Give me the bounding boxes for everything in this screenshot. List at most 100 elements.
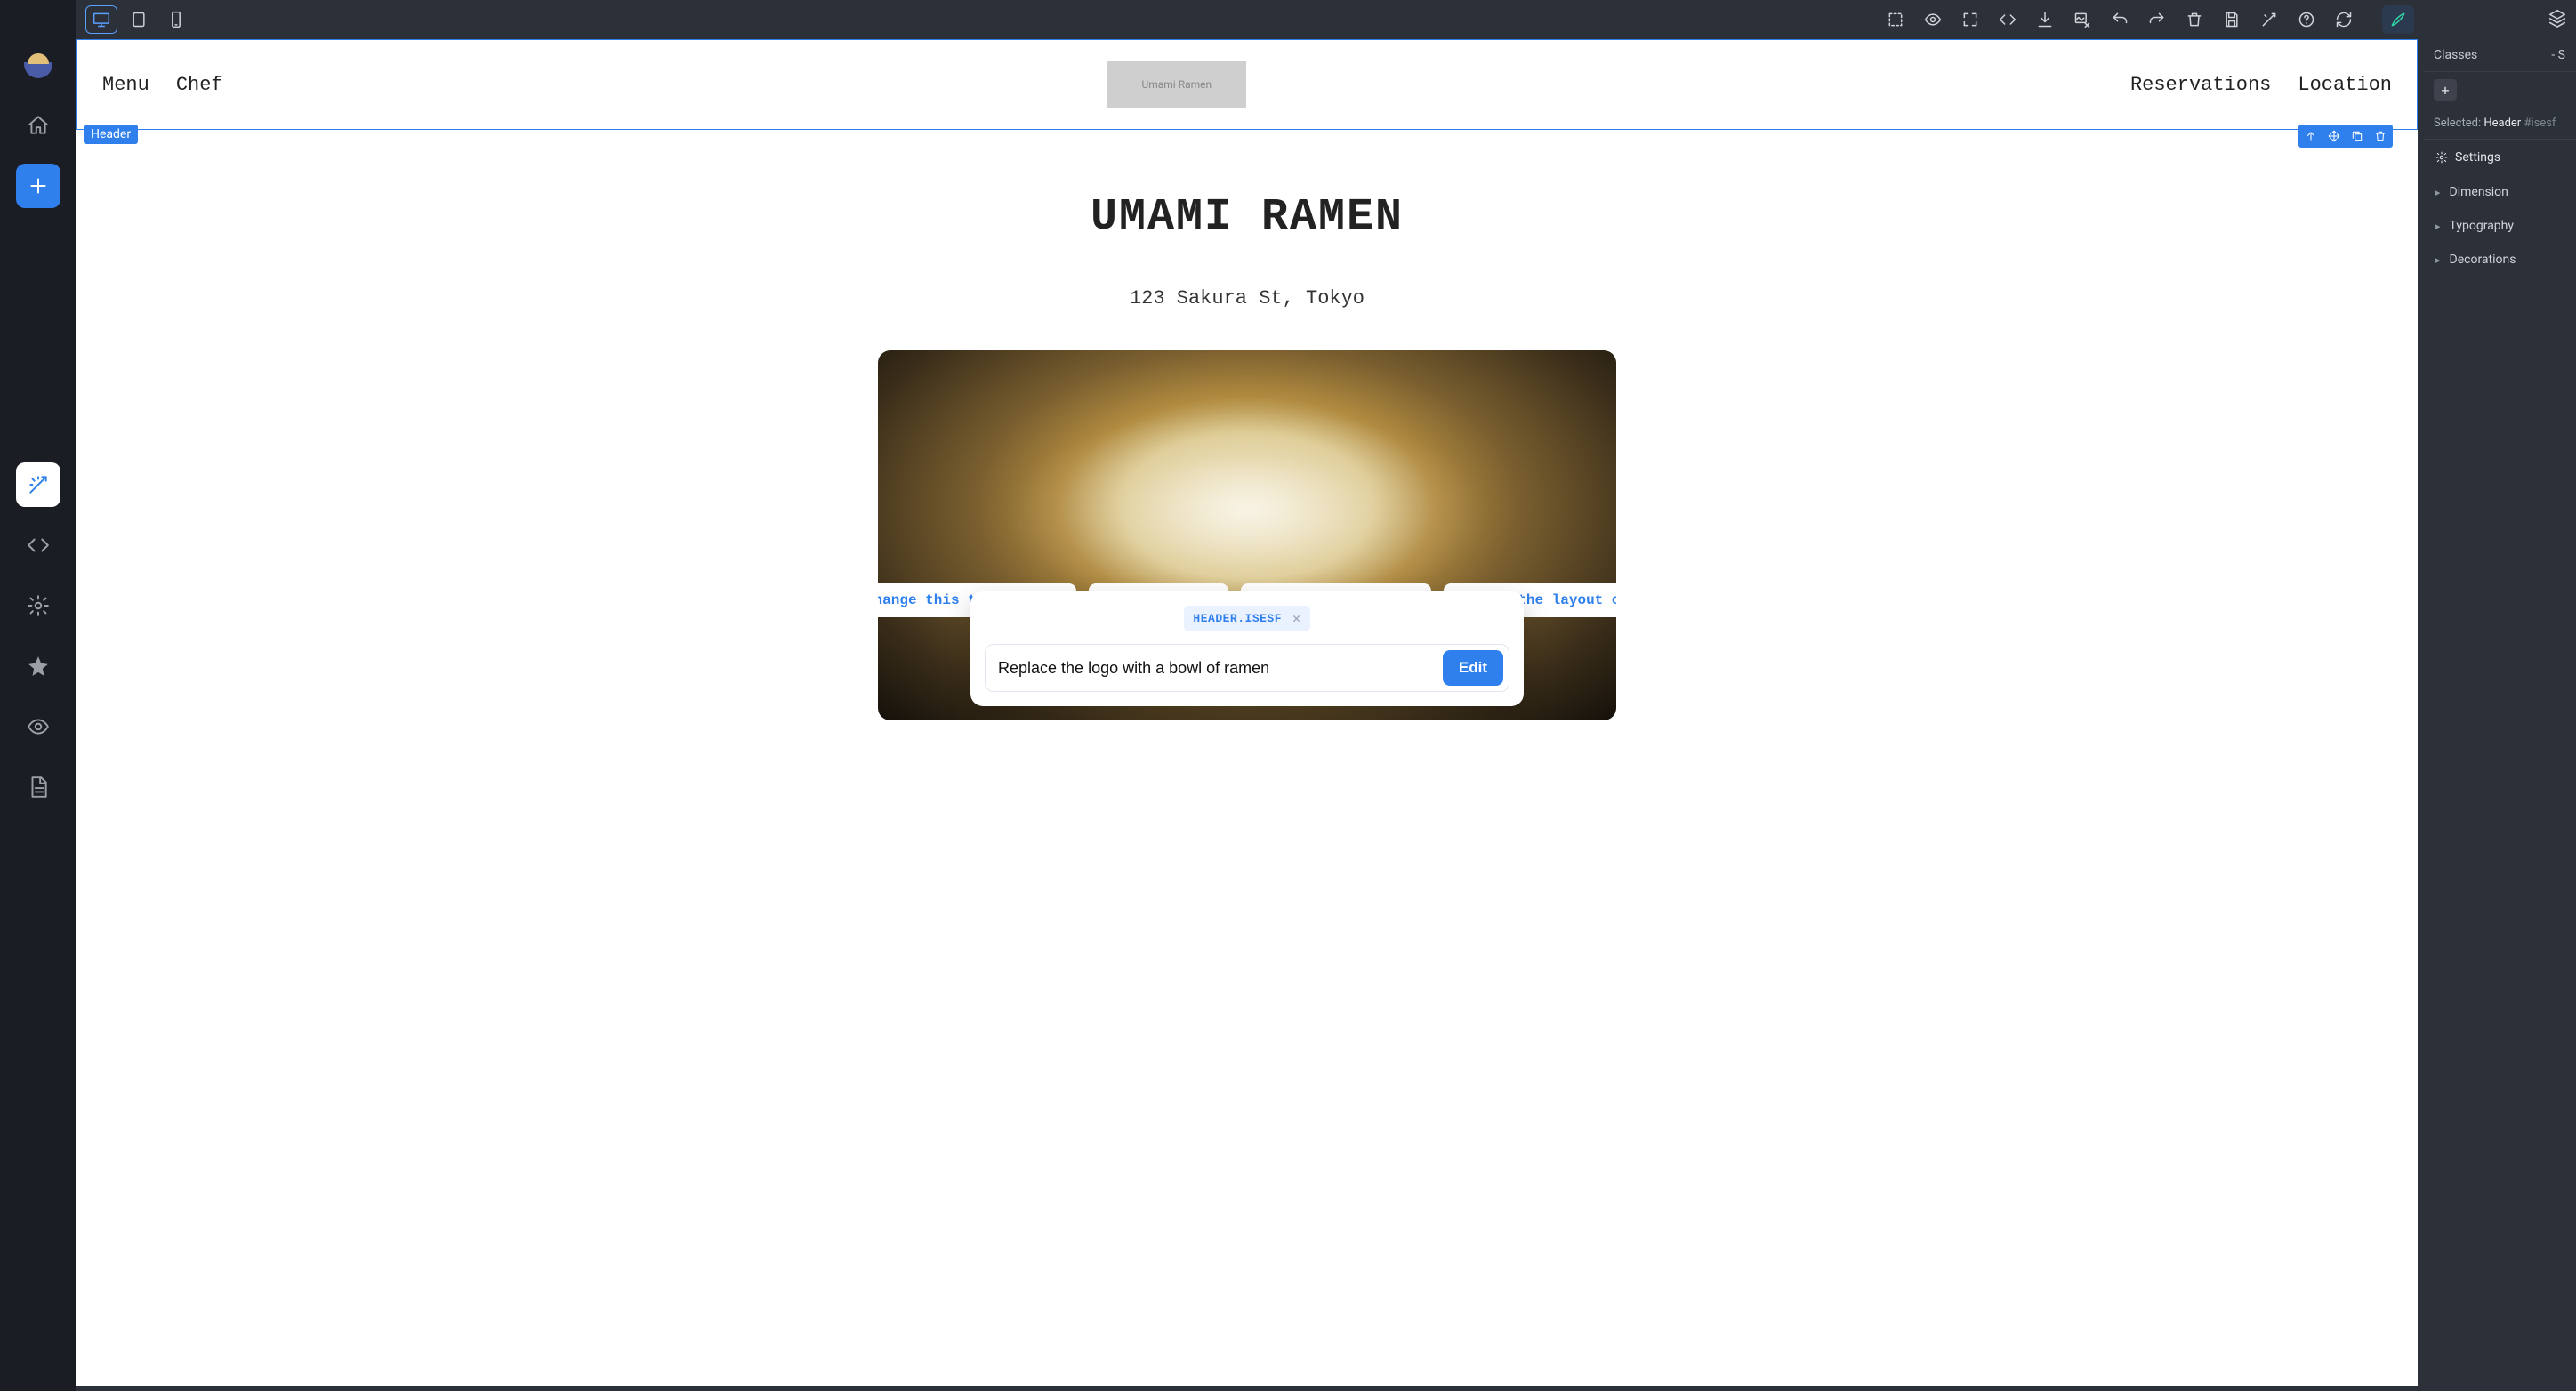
magic-button[interactable] xyxy=(2253,5,2285,34)
redo-icon xyxy=(2148,11,2166,28)
accordion-label: Dimension xyxy=(2450,185,2508,199)
canvas-viewport: Menu Chef Umami Ramen Reservations Locat… xyxy=(76,39,2423,1391)
nav-left: Menu Chef xyxy=(102,74,223,96)
save-icon xyxy=(2223,11,2241,28)
nav-item-menu[interactable]: Menu xyxy=(102,74,149,96)
settings-button[interactable] xyxy=(16,583,60,628)
ai-prompt-input[interactable] xyxy=(998,659,1434,678)
canvas[interactable]: Menu Chef Umami Ramen Reservations Locat… xyxy=(76,39,2418,1386)
image-clear-button[interactable] xyxy=(2066,5,2098,34)
classes-state[interactable]: - S xyxy=(2551,48,2565,62)
accordion-label: Decorations xyxy=(2450,253,2516,267)
hero-subtitle[interactable]: 123 Sakura St, Tokyo xyxy=(76,287,2418,310)
pages-button[interactable] xyxy=(16,765,60,809)
add-class-button[interactable]: + xyxy=(2434,79,2457,101)
nav-item-reservations[interactable]: Reservations xyxy=(2130,74,2271,96)
desktop-icon xyxy=(93,11,110,28)
home-button[interactable] xyxy=(16,103,60,148)
main-column: Menu Chef Umami Ramen Reservations Locat… xyxy=(76,0,2423,1391)
right-panel: Classes - S + Selected: Header #isesf Se… xyxy=(2423,0,2576,1391)
layers-icon xyxy=(2548,8,2567,28)
move-icon xyxy=(2328,130,2340,142)
site-logo-text: Umami Ramen xyxy=(1141,78,1212,91)
code-icon xyxy=(27,534,50,557)
brush-icon xyxy=(2389,11,2407,28)
ai-edit-button[interactable]: Edit xyxy=(1443,650,1503,686)
code-button-top[interactable] xyxy=(1992,5,2024,34)
accordion-decorations[interactable]: ▸ Decorations xyxy=(2423,243,2576,277)
caret-right-icon: ▸ xyxy=(2435,221,2441,232)
preview-button[interactable] xyxy=(16,704,60,749)
trash-icon xyxy=(2374,130,2387,142)
gear-icon xyxy=(27,594,50,617)
eye-icon xyxy=(27,715,50,738)
delete-button[interactable] xyxy=(2178,5,2210,34)
site-logo-placeholder[interactable]: Umami Ramen xyxy=(1107,61,1246,108)
hero-title[interactable]: UMAMI RAMEN xyxy=(76,192,2418,243)
marquee-button[interactable] xyxy=(1880,5,1912,34)
sparkle-icon xyxy=(2260,11,2278,28)
selected-id: #isesf xyxy=(2524,117,2556,130)
home-icon xyxy=(27,114,50,137)
mobile-icon xyxy=(167,11,185,28)
site-header-selected[interactable]: Menu Chef Umami Ramen Reservations Locat… xyxy=(76,39,2418,130)
code-icon xyxy=(1999,11,2017,28)
nav-item-location[interactable]: Location xyxy=(2298,74,2392,96)
favorites-button[interactable] xyxy=(16,644,60,688)
classes-row: Classes - S xyxy=(2423,39,2576,72)
ai-context-pill[interactable]: HEADER.ISESF ✕ xyxy=(1184,606,1309,631)
accordion-label: Typography xyxy=(2450,219,2514,233)
device-switch xyxy=(85,5,192,34)
duplicate-button[interactable] xyxy=(2347,126,2368,146)
add-button[interactable] xyxy=(16,164,60,208)
selection-toolbar xyxy=(2298,125,2393,148)
visibility-button[interactable] xyxy=(1917,5,1949,34)
download-button[interactable] xyxy=(2029,5,2061,34)
gear-icon xyxy=(2435,151,2448,164)
help-button[interactable] xyxy=(2290,5,2322,34)
download-icon xyxy=(2036,11,2054,28)
file-icon xyxy=(27,776,50,799)
topbar-tools xyxy=(1880,5,2414,34)
app-logo xyxy=(16,43,60,87)
ai-context-close[interactable]: ✕ xyxy=(1292,610,1301,627)
refresh-icon xyxy=(2335,11,2353,28)
layers-button[interactable] xyxy=(2548,8,2567,31)
fullscreen-button[interactable] xyxy=(1954,5,1986,34)
accordion-typography[interactable]: ▸ Typography xyxy=(2423,209,2576,243)
trash-icon xyxy=(2186,11,2203,28)
hero-image[interactable]: Change this to be about Add a section Ch… xyxy=(878,350,1616,720)
fullscreen-icon xyxy=(1961,11,1979,28)
refresh-button[interactable] xyxy=(2328,5,2360,34)
device-desktop-button[interactable] xyxy=(85,5,117,34)
hero-section: UMAMI RAMEN 123 Sakura St, Tokyo Change … xyxy=(76,192,2418,720)
wand-icon xyxy=(27,473,50,496)
ai-wand-button[interactable] xyxy=(16,462,60,507)
brush-button[interactable] xyxy=(2382,5,2414,34)
undo-button[interactable] xyxy=(2104,5,2136,34)
device-mobile-button[interactable] xyxy=(160,5,192,34)
marquee-icon xyxy=(1887,11,1904,28)
plus-icon xyxy=(27,174,50,197)
settings-header[interactable]: Settings xyxy=(2423,139,2576,175)
star-icon xyxy=(27,655,50,678)
app-root: Menu Chef Umami Ramen Reservations Locat… xyxy=(0,0,2576,1391)
code-button[interactable] xyxy=(16,523,60,567)
device-tablet-button[interactable] xyxy=(123,5,155,34)
delete-selection-button[interactable] xyxy=(2370,126,2391,146)
selected-info: Selected: Header #isesf xyxy=(2423,108,2576,139)
arrow-up-icon xyxy=(2305,130,2317,142)
accordion-dimension[interactable]: ▸ Dimension xyxy=(2423,175,2576,209)
nav-item-chef[interactable]: Chef xyxy=(176,74,223,96)
save-button[interactable] xyxy=(2216,5,2248,34)
ai-prompt-panel: HEADER.ISESF ✕ Edit xyxy=(970,591,1524,706)
redo-button[interactable] xyxy=(2141,5,2173,34)
select-parent-button[interactable] xyxy=(2300,126,2322,146)
caret-right-icon: ▸ xyxy=(2435,187,2441,198)
eye-icon xyxy=(1924,11,1942,28)
right-panel-topbar xyxy=(2423,0,2576,39)
caret-right-icon: ▸ xyxy=(2435,254,2441,266)
nav-right: Reservations Location xyxy=(2130,74,2392,96)
copy-icon xyxy=(2351,130,2363,142)
move-button[interactable] xyxy=(2323,126,2345,146)
